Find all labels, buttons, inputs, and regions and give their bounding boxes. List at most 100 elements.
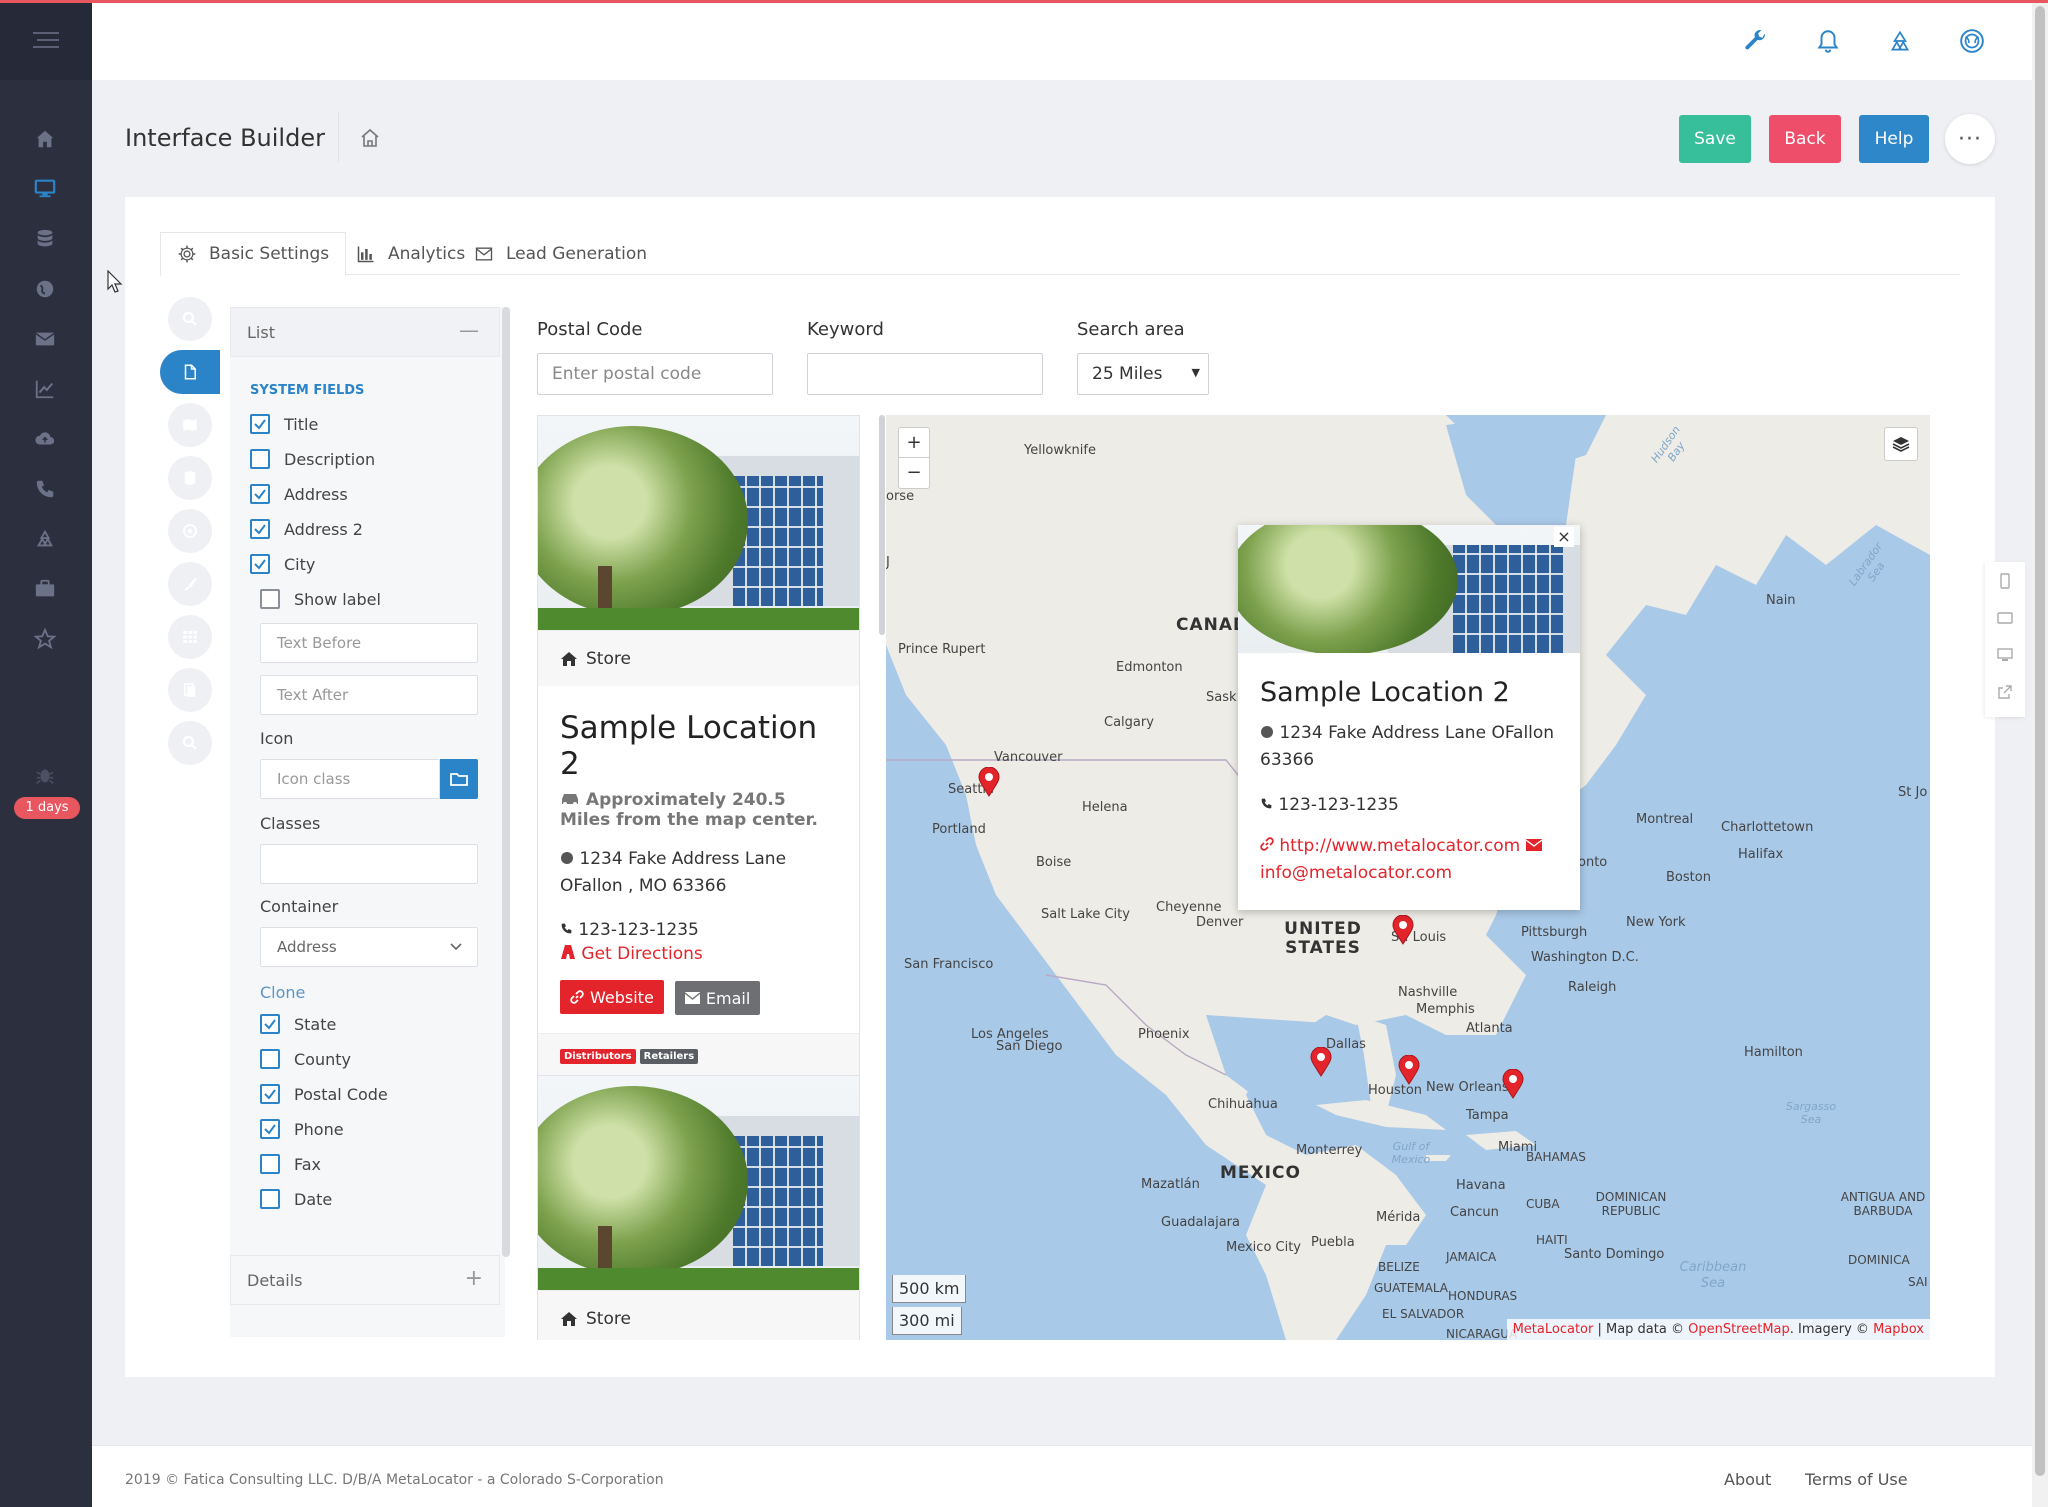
email-button[interactable]: Email xyxy=(674,981,761,1015)
show-label-checkbox[interactable]: Show label xyxy=(260,587,381,611)
field-date-checkbox[interactable]: Date xyxy=(260,1187,332,1211)
checkbox-checked[interactable] xyxy=(260,1014,280,1034)
results-scrollbar[interactable] xyxy=(879,415,885,635)
notifications-button[interactable] xyxy=(1812,25,1844,57)
expand-icon[interactable]: + xyxy=(465,1266,483,1291)
rail-style[interactable] xyxy=(160,562,220,606)
field-state-checkbox[interactable]: State xyxy=(260,1012,336,1036)
icon-browse-button[interactable] xyxy=(440,759,478,799)
back-button[interactable]: Back xyxy=(1769,115,1841,163)
keyword-input[interactable] xyxy=(807,353,1043,395)
home-breadcrumb-icon[interactable] xyxy=(358,126,382,150)
clone-link[interactable]: Clone xyxy=(260,983,305,1002)
checkbox-unchecked[interactable] xyxy=(260,1049,280,1069)
rail-map[interactable] xyxy=(160,403,220,447)
rail-grid[interactable] xyxy=(160,615,220,659)
nav-sync[interactable] xyxy=(30,524,60,554)
field-phone-checkbox[interactable]: Phone xyxy=(260,1117,344,1141)
nav-home[interactable] xyxy=(30,124,60,154)
rail-zoom[interactable] xyxy=(160,721,220,765)
nav-upload[interactable] xyxy=(30,424,60,454)
popup-website-link[interactable]: http://www.metalocator.com xyxy=(1279,836,1520,856)
page-scrollbar[interactable] xyxy=(2032,0,2048,1507)
nav-interfaces[interactable] xyxy=(30,173,60,203)
page-scrollbar-thumb[interactable] xyxy=(2035,6,2045,1476)
checkbox-unchecked[interactable] xyxy=(260,589,280,609)
account-button[interactable] xyxy=(1956,25,1988,57)
mapbox-link[interactable]: Mapbox xyxy=(1873,1322,1924,1337)
rail-target[interactable] xyxy=(160,509,220,553)
tag-distributors[interactable]: Distributors xyxy=(560,1049,636,1064)
terms-link[interactable]: Terms of Use xyxy=(1805,1470,1908,1489)
field-address-checkbox[interactable]: Address xyxy=(250,482,348,506)
attribution-brand-link[interactable]: MetaLocator xyxy=(1513,1322,1594,1337)
nav-favorites[interactable] xyxy=(30,624,60,654)
field-description-checkbox[interactable]: Description xyxy=(250,447,375,471)
map-marker-dallas[interactable] xyxy=(1310,1047,1332,1077)
rail-files[interactable] xyxy=(160,668,220,712)
preview-mobile[interactable] xyxy=(1985,562,2025,599)
postal-code-input[interactable]: Enter postal code xyxy=(537,353,773,395)
nav-business[interactable] xyxy=(30,574,60,604)
checkbox-checked[interactable] xyxy=(250,414,270,434)
field-address2-checkbox[interactable]: Address 2 xyxy=(250,517,363,541)
rail-search[interactable] xyxy=(160,297,220,341)
nav-geo[interactable] xyxy=(30,274,60,304)
location-name[interactable]: Sample Location 2 xyxy=(560,710,837,782)
tab-basic-settings[interactable]: Basic Settings xyxy=(160,232,347,276)
website-button[interactable]: Website xyxy=(560,980,664,1014)
sync-button[interactable] xyxy=(1884,25,1916,57)
checkbox-unchecked[interactable] xyxy=(260,1154,280,1174)
list-panel-header[interactable]: List — xyxy=(230,307,500,357)
checkbox-checked[interactable] xyxy=(250,554,270,574)
more-options-button[interactable]: ··· xyxy=(1945,114,1995,164)
field-title-checkbox[interactable]: Title xyxy=(250,412,318,436)
osm-link[interactable]: OpenStreetMap xyxy=(1688,1322,1790,1337)
details-panel-header[interactable]: Details + xyxy=(230,1255,500,1305)
container-select[interactable]: Address xyxy=(260,927,478,967)
rail-list[interactable] xyxy=(160,350,220,394)
rail-data[interactable] xyxy=(160,456,220,500)
menu-icon[interactable] xyxy=(31,30,61,50)
map-marker-seattle[interactable] xyxy=(978,767,1000,797)
preview-tablet[interactable] xyxy=(1985,599,2025,636)
checkbox-checked[interactable] xyxy=(260,1084,280,1104)
popup-close-button[interactable]: × xyxy=(1554,527,1574,547)
tab-lead-generation[interactable]: Lead Generation xyxy=(458,232,663,275)
nav-debug[interactable] xyxy=(30,760,60,790)
classes-input[interactable] xyxy=(260,844,478,884)
checkbox-checked[interactable] xyxy=(250,519,270,539)
field-city-checkbox[interactable]: City xyxy=(250,552,315,576)
map-marker-st-louis[interactable] xyxy=(1392,915,1414,945)
field-county-checkbox[interactable]: County xyxy=(260,1047,351,1071)
checkbox-checked[interactable] xyxy=(250,484,270,504)
text-before-input[interactable]: Text Before xyxy=(260,623,478,663)
menu-toggle[interactable] xyxy=(0,0,92,80)
checkbox-checked[interactable] xyxy=(260,1119,280,1139)
zoom-out-button[interactable]: − xyxy=(899,458,929,488)
search-area-select[interactable]: 25 Miles ▼ xyxy=(1077,353,1209,395)
save-button[interactable]: Save xyxy=(1679,115,1751,163)
nav-data[interactable] xyxy=(30,224,60,254)
result-card[interactable]: Store Sample Location 2 Approximately 24… xyxy=(537,415,860,1080)
popup-email-link[interactable]: info@metalocator.com xyxy=(1260,863,1452,883)
checkbox-unchecked[interactable] xyxy=(260,1189,280,1209)
preview-desktop[interactable] xyxy=(1985,636,2025,673)
map-marker-florida[interactable] xyxy=(1502,1069,1524,1099)
icon-class-input[interactable]: Icon class xyxy=(260,759,440,799)
checkbox-unchecked[interactable] xyxy=(250,449,270,469)
nav-analytics[interactable] xyxy=(30,374,60,404)
text-after-input[interactable]: Text After xyxy=(260,675,478,715)
get-directions-link[interactable]: Get Directions xyxy=(560,944,837,964)
about-link[interactable]: About xyxy=(1724,1470,1771,1489)
collapse-icon[interactable]: — xyxy=(459,318,479,342)
field-fax-checkbox[interactable]: Fax xyxy=(260,1152,321,1176)
tools-button[interactable] xyxy=(1740,25,1772,57)
tag-retailers[interactable]: Retailers xyxy=(639,1049,699,1064)
field-postal-code-checkbox[interactable]: Postal Code xyxy=(260,1082,388,1106)
help-button[interactable]: Help xyxy=(1859,115,1929,163)
result-card[interactable]: Store xyxy=(537,1075,860,1340)
zoom-in-button[interactable]: + xyxy=(899,428,929,458)
layers-button[interactable] xyxy=(1884,427,1918,461)
nav-calls[interactable] xyxy=(30,474,60,504)
